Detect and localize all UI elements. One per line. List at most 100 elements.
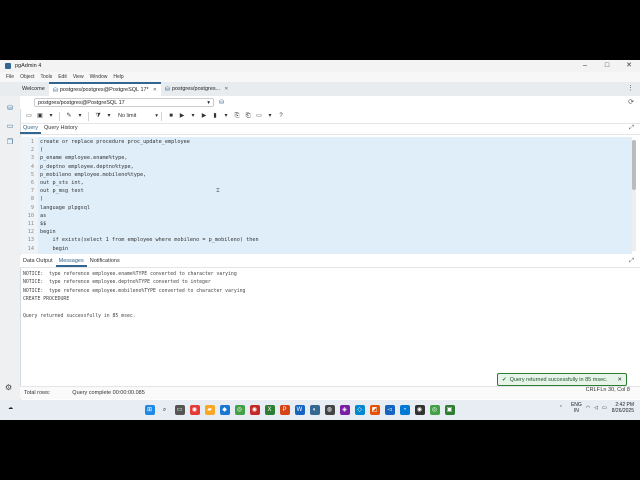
title-bar: pgAdmin 4 – □ ✕ <box>0 60 640 72</box>
code-line: create or replace procedure proc_update_… <box>40 139 190 145</box>
help-icon[interactable]: ? <box>276 111 286 121</box>
copy-icon[interactable]: ❐ <box>5 138 15 148</box>
pgadmin-icon[interactable]: ◐ <box>309 405 320 415</box>
divider <box>161 111 162 121</box>
whatsapp-icon[interactable]: ◎ <box>429 405 440 415</box>
save-icon[interactable]: ▣ <box>35 111 45 121</box>
menu-edit[interactable]: Edit <box>58 74 67 80</box>
gear-icon[interactable]: ⚙ <box>5 383 12 392</box>
save-menu-icon[interactable]: ▾ <box>46 111 56 121</box>
scroll-thumb[interactable] <box>632 140 636 190</box>
menu-window[interactable]: Window <box>90 74 108 80</box>
minimize-icon[interactable]: – <box>574 60 596 72</box>
message-line: NOTICE: type reference employee.mobileno… <box>23 289 246 294</box>
date: 8/26/2025 <box>611 408 634 414</box>
line-number: 4 <box>30 163 34 170</box>
open-file-icon[interactable]: ▭ <box>24 111 34 121</box>
app-icon[interactable]: ◇ <box>354 405 365 415</box>
word-icon[interactable]: W <box>294 405 305 415</box>
menu-help[interactable]: Help <box>113 74 123 80</box>
language-indicator[interactable]: ENG IN <box>567 402 582 414</box>
limit-value: No limit <box>118 113 137 119</box>
search-icon[interactable]: ⌕ <box>160 405 170 415</box>
chevron-up-icon[interactable]: ⌃ <box>559 405 563 411</box>
line-number: 10 <box>27 212 34 219</box>
object-explorer-icon[interactable]: ⛁ <box>5 104 15 114</box>
tab-close-icon[interactable]: ✕ <box>224 86 228 92</box>
commit-icon[interactable]: ⎘ <box>232 111 242 121</box>
macros-menu-icon[interactable]: ▾ <box>265 111 275 121</box>
expand-icon[interactable]: ⤢ <box>629 125 634 132</box>
app-icon[interactable]: ◉ <box>189 405 200 415</box>
edit-icon[interactable]: ✎ <box>64 111 74 121</box>
tab-data-output[interactable]: Data Output <box>20 256 56 267</box>
terminal-icon[interactable]: ▭ <box>5 122 15 132</box>
close-icon[interactable]: ✕ <box>617 377 622 383</box>
refresh-icon[interactable]: ⟳ <box>628 98 634 106</box>
edit-menu-icon[interactable]: ▾ <box>75 111 85 121</box>
filter-icon[interactable]: ⧩ <box>93 111 103 121</box>
tab-notifications[interactable]: Notifications <box>87 256 123 267</box>
clock[interactable]: 2:42 PM 8/26/2025 <box>612 402 634 414</box>
region: IN <box>573 408 579 414</box>
chevron-down-icon: ▾ <box>155 113 158 119</box>
menu-file[interactable]: File <box>6 74 14 80</box>
close-icon[interactable]: ✕ <box>618 60 640 72</box>
app-icon[interactable]: ◉ <box>414 405 425 415</box>
weather-icon[interactable]: ☁ <box>8 405 13 411</box>
task-view-icon[interactable]: ▭ <box>174 405 185 415</box>
line-number: 12 <box>27 229 34 236</box>
execute-menu-icon[interactable]: ▾ <box>188 111 198 121</box>
app-icon[interactable]: ◉ <box>249 405 260 415</box>
app-icon[interactable]: ◆ <box>219 405 230 415</box>
menu-object[interactable]: Object <box>20 74 34 80</box>
excel-icon[interactable]: X <box>264 405 275 415</box>
menu-bar: File Object Tools Edit View Window Help <box>0 72 640 82</box>
macros-icon[interactable]: ▭ <box>254 111 264 121</box>
limit-select[interactable]: No limit ▾ <box>118 113 158 119</box>
explain-icon[interactable]: ▮ <box>210 111 220 121</box>
stop-icon[interactable]: ■ <box>166 111 176 121</box>
edge-icon[interactable]: ◔ <box>399 405 410 415</box>
tab-close-icon[interactable]: ✕ <box>153 87 157 93</box>
line-number: 2 <box>30 147 34 154</box>
chrome-icon[interactable]: ◎ <box>234 405 245 415</box>
filter-menu-icon[interactable]: ▾ <box>104 111 114 121</box>
new-connection-icon[interactable]: ⛁ <box>219 99 224 106</box>
tab-query-2[interactable]: ⛁ postgres/postgres... ✕ <box>161 82 233 96</box>
app-icon[interactable]: ▣ <box>444 405 455 415</box>
execute-script-icon[interactable]: ▶ <box>199 111 209 121</box>
tab-query-history[interactable]: Query History <box>41 123 81 134</box>
connection-select[interactable]: postgres/postgres@PostgreSQL 17 ▾ <box>34 98 214 107</box>
app-icon[interactable]: ◩ <box>369 405 380 415</box>
rollback-icon[interactable]: ⎗ <box>243 111 253 121</box>
message-line: Query returned successfully in 85 msec. <box>23 314 136 319</box>
tab-welcome[interactable]: Welcome <box>18 82 49 96</box>
code-line: as <box>40 212 47 219</box>
file-explorer-icon[interactable]: ▰ <box>204 405 215 415</box>
vscode-icon[interactable]: ◅ <box>384 405 395 415</box>
powerpoint-icon[interactable]: P <box>279 405 290 415</box>
volume-icon[interactable]: ◁ <box>594 405 598 411</box>
tab-query[interactable]: Query <box>20 123 41 134</box>
battery-icon[interactable]: ▭ <box>602 405 607 411</box>
line-number: 3 <box>30 155 34 162</box>
app-icon[interactable]: ◈ <box>339 405 350 415</box>
menu-tools[interactable]: Tools <box>41 74 53 80</box>
sql-editor[interactable]: 1 create or replace procedure proc_update… <box>20 137 632 254</box>
start-icon[interactable]: ⊞ <box>144 405 155 415</box>
connection-value: postgres/postgres@PostgreSQL 17 <box>38 99 125 106</box>
tab-strip: Welcome ⛁ postgres/postgres@PostgreSQL 17… <box>0 82 640 97</box>
execute-icon[interactable]: ▶ <box>177 111 187 121</box>
tab-menu-icon[interactable]: ⋮ <box>627 84 634 92</box>
editor-scrollbar[interactable] <box>632 140 636 251</box>
code-line: if exists(select 1 from employee where m… <box>40 237 259 244</box>
expand-icon[interactable]: ⤢ <box>629 258 634 265</box>
menu-view[interactable]: View <box>73 74 84 80</box>
tab-messages[interactable]: Messages <box>55 256 87 267</box>
maximize-icon[interactable]: □ <box>596 60 618 72</box>
app-icon[interactable]: ◍ <box>324 405 335 415</box>
explain-menu-icon[interactable]: ▾ <box>221 111 231 121</box>
tab-query-active[interactable]: ⛁ postgres/postgres@PostgreSQL 17* ✕ <box>48 82 161 96</box>
wifi-icon[interactable]: ◠ <box>586 405 590 411</box>
